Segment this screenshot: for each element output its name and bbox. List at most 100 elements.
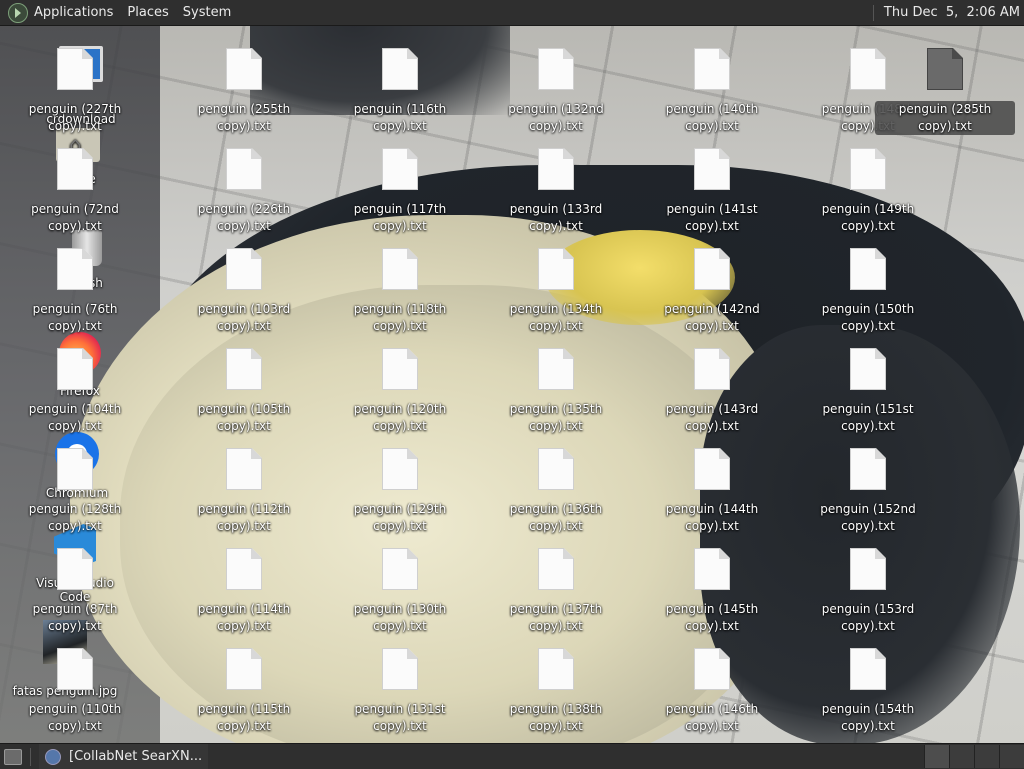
- overlapping-file-icon[interactable]: penguin (104th copy).txt: [5, 348, 145, 435]
- desktop-file-icon[interactable]: penguin (145th copy).txt: [642, 548, 782, 635]
- text-file-icon: [226, 148, 262, 190]
- file-label: penguin (255th copy).txt: [197, 102, 291, 133]
- taskbar-window-button[interactable]: [CollabNet SearXN...: [39, 744, 209, 769]
- desktop-file-icon[interactable]: penguin (150th copy).txt: [798, 248, 938, 335]
- file-label: penguin (151st copy).txt: [822, 402, 914, 433]
- text-file-icon: [382, 348, 418, 390]
- desktop-file-icon[interactable]: penguin (117th copy).txt: [330, 148, 470, 235]
- desktop-file-icon[interactable]: penguin (135th copy).txt: [486, 348, 626, 435]
- text-file-icon: [382, 648, 418, 690]
- desktop-file-icon[interactable]: penguin (130th copy).txt: [330, 548, 470, 635]
- desktop-file-icon[interactable]: penguin (134th copy).txt: [486, 248, 626, 335]
- desktop-file-icon[interactable]: penguin (149th copy).txt: [798, 148, 938, 235]
- taskbar-window-title: [CollabNet SearXN...: [69, 749, 203, 764]
- file-label: penguin (132nd copy).txt: [508, 102, 604, 133]
- desktop-file-icon[interactable]: penguin (142nd copy).txt: [642, 248, 782, 335]
- text-file-icon: [850, 348, 886, 390]
- overlapping-file-icon[interactable]: penguin (76th copy).txt: [5, 248, 145, 335]
- file-label: penguin (114th copy).txt: [197, 602, 291, 633]
- desktop-file-icon[interactable]: penguin (152nd copy).txt: [798, 448, 938, 535]
- desktop-file-icon[interactable]: penguin (118th copy).txt: [330, 248, 470, 335]
- text-file-icon: [226, 548, 262, 590]
- clock-text: Thu Dec 5, 2:06 AM: [883, 5, 1020, 20]
- file-label: penguin (227th copy).txt: [28, 102, 122, 133]
- workspace-1[interactable]: [924, 745, 949, 768]
- desktop-file-icon[interactable]: penguin (137th copy).txt: [486, 548, 626, 635]
- file-label: penguin (226th copy).txt: [197, 202, 291, 233]
- places-menu[interactable]: Places: [127, 5, 168, 20]
- file-label: penguin (150th copy).txt: [821, 302, 915, 333]
- workspace-2[interactable]: [949, 745, 974, 768]
- desktop-file-icon[interactable]: penguin (103rd copy).txt: [174, 248, 314, 335]
- desktop-file-icon[interactable]: penguin (132nd copy).txt: [486, 48, 626, 135]
- file-label: penguin (137th copy).txt: [509, 602, 603, 633]
- desktop-file-icon[interactable]: penguin (151st copy).txt: [798, 348, 938, 435]
- file-label: penguin (142nd copy).txt: [664, 302, 760, 333]
- file-label: penguin (143rd copy).txt: [665, 402, 759, 433]
- desktop-file-icon[interactable]: penguin (131st copy).txt: [330, 648, 470, 735]
- desktop-file-icon[interactable]: penguin (144th copy).txt: [642, 448, 782, 535]
- show-desktop-icon[interactable]: [4, 748, 22, 765]
- file-label: penguin (115th copy).txt: [197, 702, 291, 733]
- text-file-icon: [694, 648, 730, 690]
- desktop-file-icon[interactable]: penguin (120th copy).txt: [330, 348, 470, 435]
- text-file-icon: [538, 348, 574, 390]
- desktop-file-icon[interactable]: penguin (115th copy).txt: [174, 648, 314, 735]
- workspace-switcher[interactable]: [924, 744, 1024, 769]
- text-file-icon: [850, 548, 886, 590]
- text-file-icon: [226, 248, 262, 290]
- desktop-file-icon[interactable]: penguin (112th copy).txt: [174, 448, 314, 535]
- desktop-file-icon[interactable]: penguin (141st copy).txt: [642, 148, 782, 235]
- desktop-file-icon[interactable]: penguin (140th copy).txt: [642, 48, 782, 135]
- overlapping-file-icon[interactable]: penguin (87th copy).txt: [5, 548, 145, 635]
- file-label: penguin (105th copy).txt: [197, 402, 291, 433]
- text-file-icon: [382, 548, 418, 590]
- text-file-icon: [850, 148, 886, 190]
- desktop-file-icon[interactable]: penguin (136th copy).txt: [486, 448, 626, 535]
- selected-file-icon[interactable]: penguin (285th copy).txt: [875, 48, 1015, 135]
- workspace-4[interactable]: [999, 745, 1024, 768]
- file-label: penguin (128th copy).txt: [28, 502, 122, 533]
- overlapping-file-icon[interactable]: penguin (227th copy).txt: [5, 48, 145, 135]
- text-file-icon: [226, 348, 262, 390]
- workspace-3[interactable]: [974, 745, 999, 768]
- desktop-file-icon[interactable]: penguin (114th copy).txt: [174, 548, 314, 635]
- desktop-file-icon[interactable]: penguin (116th copy).txt: [330, 48, 470, 135]
- text-file-icon: [57, 548, 93, 590]
- desktop-file-icon[interactable]: penguin (154th copy).txt: [798, 648, 938, 735]
- desktop-file-icon[interactable]: penguin (129th copy).txt: [330, 448, 470, 535]
- text-file-icon: [57, 348, 93, 390]
- desktop-file-icon[interactable]: penguin (138th copy).txt: [486, 648, 626, 735]
- file-label: penguin (116th copy).txt: [353, 102, 447, 133]
- text-file-icon: [382, 148, 418, 190]
- desktop-file-icon[interactable]: penguin (255th copy).txt: [174, 48, 314, 135]
- text-file-icon: [226, 48, 262, 90]
- desktop-file-icon[interactable]: penguin (226th copy).txt: [174, 148, 314, 235]
- file-label: penguin (146th copy).txt: [665, 702, 759, 733]
- desktop-file-icon[interactable]: penguin (105th copy).txt: [174, 348, 314, 435]
- text-file-icon: [850, 248, 886, 290]
- file-label: penguin (134th copy).txt: [509, 302, 603, 333]
- bottom-panel: [CollabNet SearXN...: [0, 743, 1024, 769]
- file-label: penguin (103rd copy).txt: [197, 302, 291, 333]
- overlapping-file-icon[interactable]: penguin (72nd copy).txt: [5, 148, 145, 235]
- file-label: penguin (112th copy).txt: [197, 502, 291, 533]
- desktop-file-icon[interactable]: penguin (133rd copy).txt: [486, 148, 626, 235]
- clock[interactable]: Thu Dec 5, 2:06 AM: [872, 0, 1020, 25]
- main-menu-logo-icon[interactable]: [8, 2, 28, 23]
- text-file-icon: [57, 648, 93, 690]
- desktop-file-icon[interactable]: penguin (146th copy).txt: [642, 648, 782, 735]
- top-panel: Applications Places System Thu Dec 5, 2:…: [0, 0, 1024, 26]
- text-file-icon: [57, 148, 93, 190]
- applications-menu[interactable]: Applications: [34, 5, 113, 20]
- overlapping-file-icon[interactable]: penguin (110th copy).txt: [5, 648, 145, 735]
- desktop-file-icon[interactable]: penguin (153rd copy).txt: [798, 548, 938, 635]
- file-label: penguin (72nd copy).txt: [31, 202, 119, 233]
- system-menu[interactable]: System: [183, 5, 231, 20]
- desktop-file-icon[interactable]: penguin (143rd copy).txt: [642, 348, 782, 435]
- text-file-icon: [382, 48, 418, 90]
- text-file-icon: [927, 48, 963, 90]
- text-file-icon: [226, 448, 262, 490]
- text-file-icon: [226, 648, 262, 690]
- overlapping-file-icon[interactable]: penguin (128th copy).txt: [5, 448, 145, 535]
